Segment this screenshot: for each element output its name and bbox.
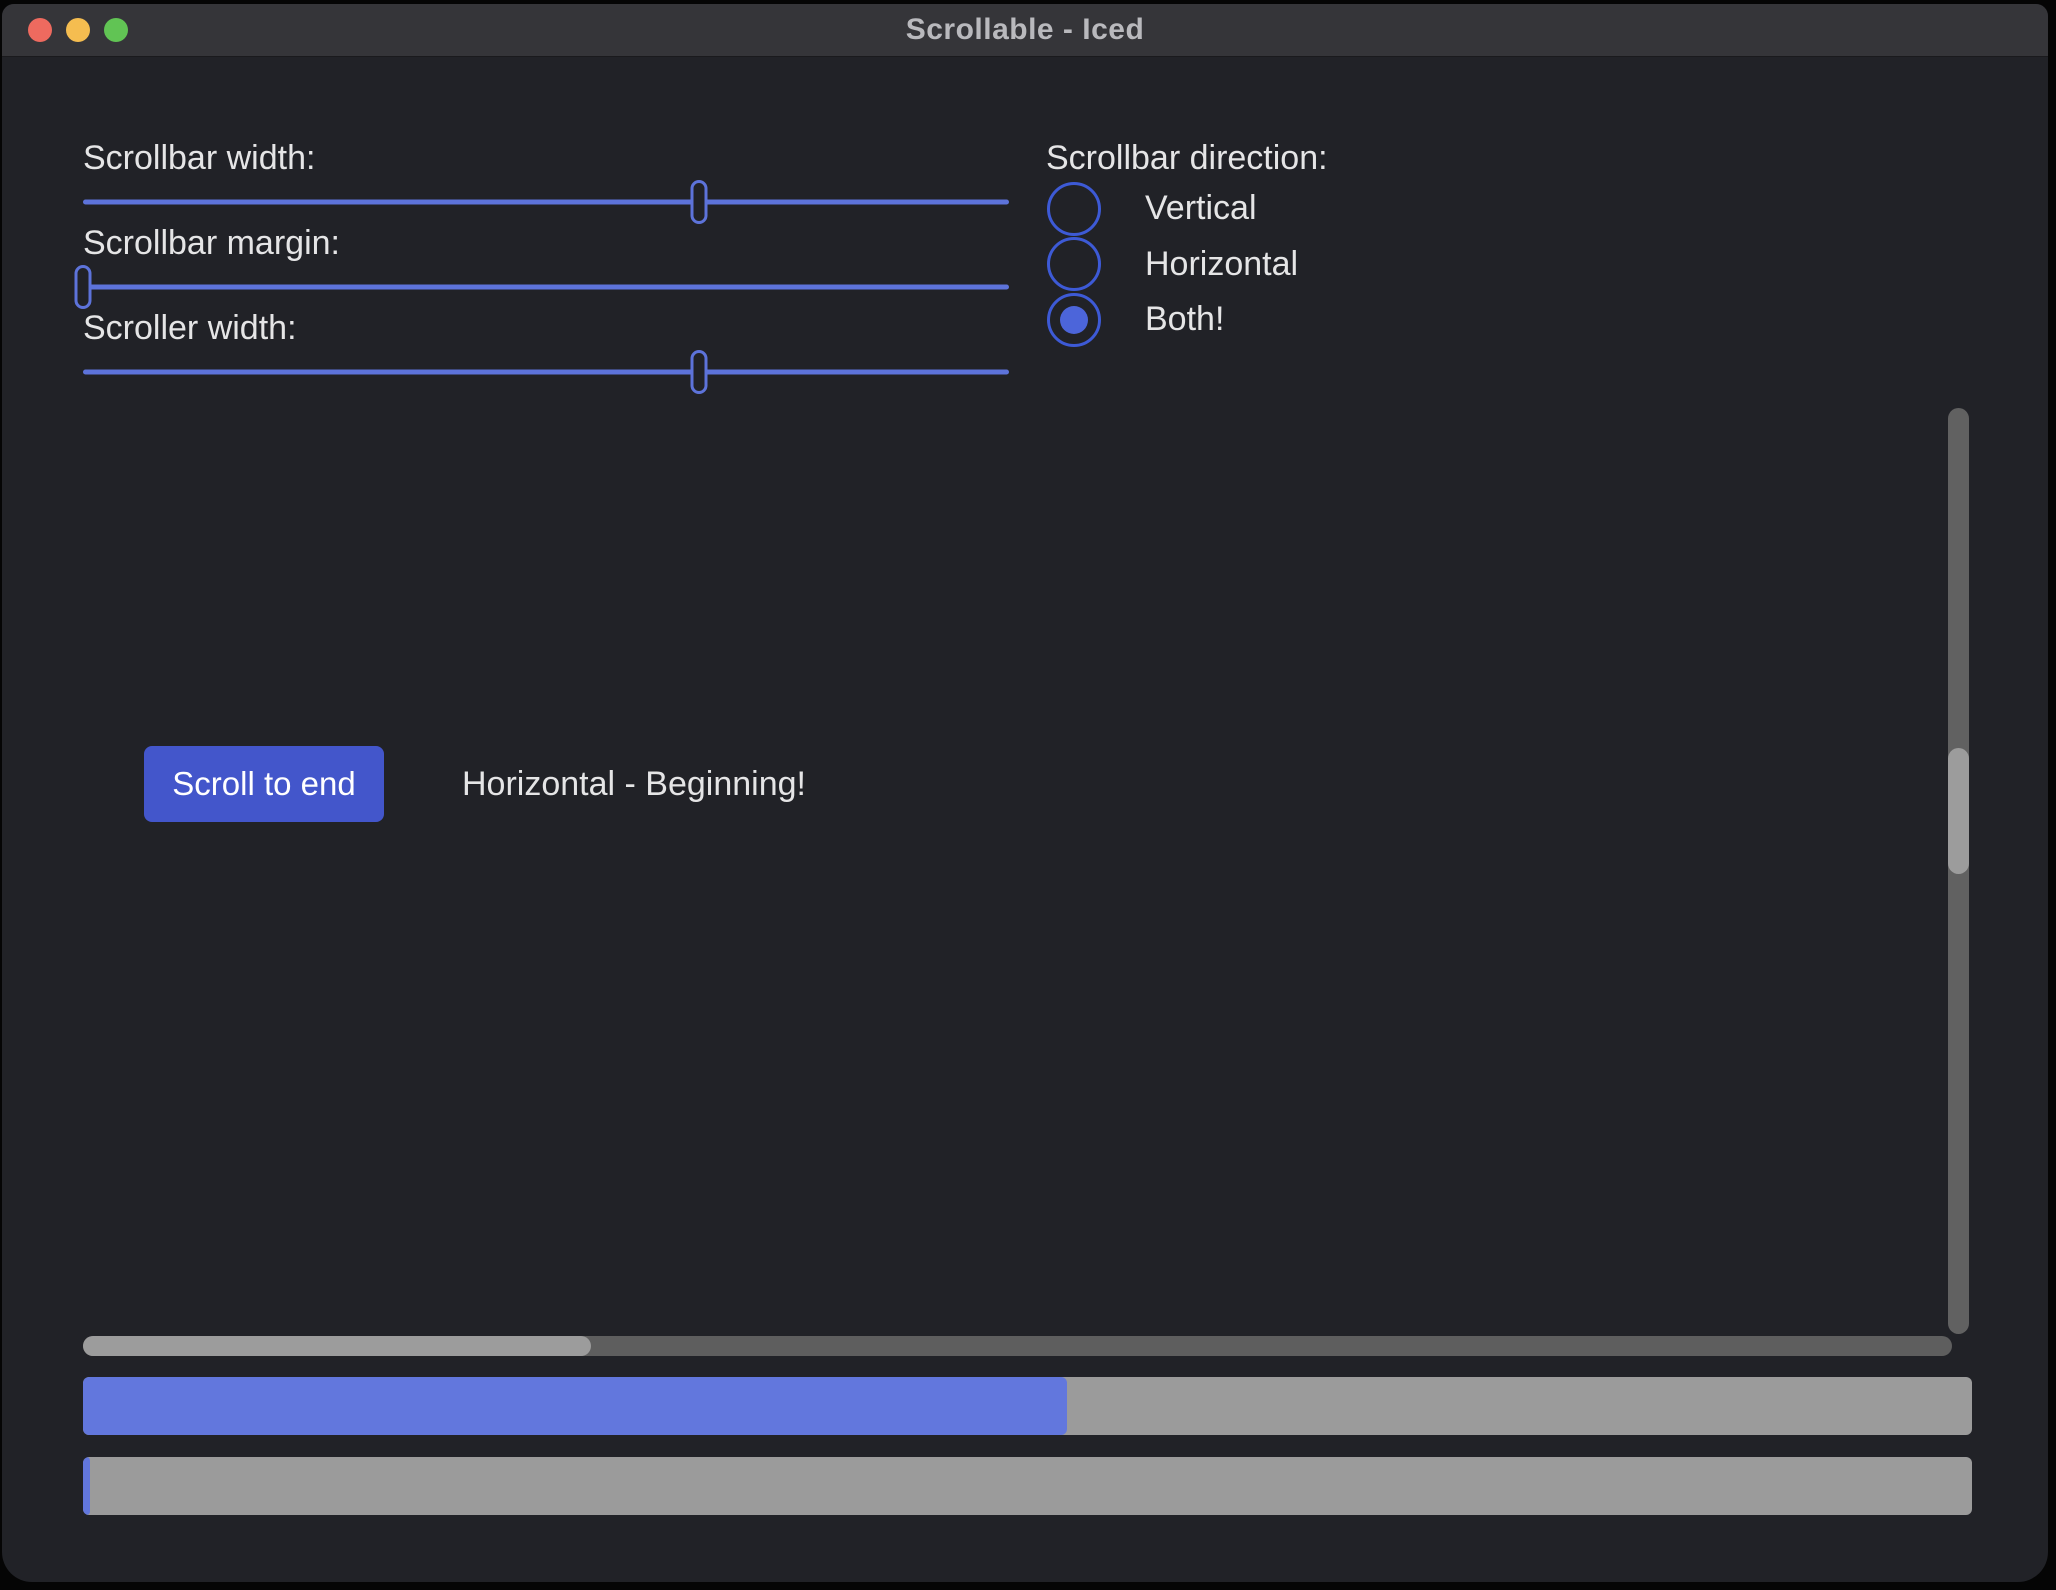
radio-vertical-label: Vertical — [1145, 189, 1257, 228]
horizontal-progress-bar — [83, 1377, 1972, 1435]
scroll-to-end-label: Scroll to end — [172, 765, 355, 803]
slider-rail[interactable] — [83, 200, 1009, 205]
radio-vertical[interactable]: Vertical — [1047, 181, 1298, 237]
vertical-progress-bar — [83, 1457, 1972, 1515]
radio-both-label: Both! — [1145, 300, 1224, 339]
slider-handle[interactable] — [75, 265, 92, 309]
radio-circle-icon[interactable] — [1047, 182, 1101, 236]
minimize-button[interactable] — [66, 18, 90, 42]
progress-fill — [83, 1377, 1067, 1435]
radio-circle-icon[interactable] — [1047, 293, 1101, 347]
close-button[interactable] — [28, 18, 52, 42]
zoom-button[interactable] — [104, 18, 128, 42]
slider-handle[interactable] — [690, 180, 707, 224]
scrollbar-width-slider[interactable] — [83, 179, 1009, 225]
scrollbar-direction-label: Scrollbar direction: — [1046, 138, 1328, 179]
titlebar: Scrollable - Iced — [2, 4, 2048, 57]
vertical-scrollbar-thumb[interactable] — [1948, 748, 1969, 874]
scrollbar-margin-label: Scrollbar margin: — [83, 223, 340, 264]
traffic-lights — [28, 18, 128, 42]
scroll-status-text: Horizontal - Beginning! — [462, 746, 806, 822]
app-window: Scrollable - Iced Scrollbar width: Scrol… — [2, 4, 2048, 1582]
slider-rail[interactable] — [83, 370, 1009, 375]
scroll-to-end-button[interactable]: Scroll to end — [144, 746, 384, 822]
progress-fill — [83, 1457, 90, 1515]
radio-circle-icon[interactable] — [1047, 237, 1101, 291]
horizontal-scrollbar-thumb[interactable] — [83, 1336, 591, 1356]
window-title: Scrollable - Iced — [906, 13, 1145, 47]
vertical-scrollbar-track[interactable] — [1948, 408, 1969, 1334]
radio-both[interactable]: Both! — [1047, 292, 1298, 348]
radio-dot-icon — [1060, 306, 1088, 334]
slider-handle[interactable] — [690, 350, 707, 394]
scroller-width-label: Scroller width: — [83, 308, 297, 349]
scrollbar-margin-slider[interactable] — [83, 264, 1009, 310]
scrollbar-width-label: Scrollbar width: — [83, 138, 315, 179]
radio-horizontal-label: Horizontal — [1145, 245, 1298, 284]
slider-rail[interactable] — [83, 285, 1009, 290]
scroller-width-slider[interactable] — [83, 349, 1009, 395]
scrollbar-direction-group: Vertical Horizontal Both! — [1047, 181, 1298, 348]
horizontal-scrollbar-track[interactable] — [83, 1336, 1952, 1356]
radio-horizontal[interactable]: Horizontal — [1047, 237, 1298, 293]
